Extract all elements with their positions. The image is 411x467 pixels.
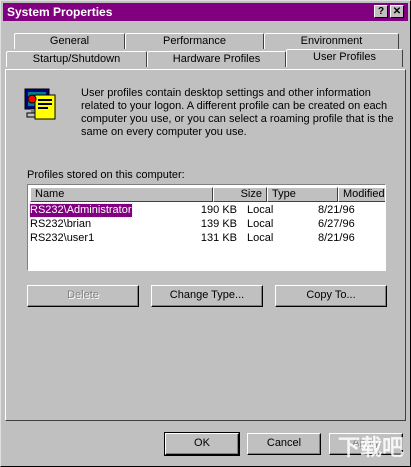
profile-type: Local bbox=[247, 232, 274, 244]
ok-button[interactable]: OK bbox=[164, 432, 240, 456]
profile-name: RS232\brian bbox=[30, 218, 92, 230]
profiles-description: User profiles contain desktop settings a… bbox=[81, 87, 394, 138]
table-row[interactable]: RS232\brian 139 KB Local 6/27/96 bbox=[29, 218, 384, 232]
profile-size: 190 KB bbox=[200, 204, 237, 216]
window-title: System Properties bbox=[7, 5, 113, 19]
table-row[interactable]: RS232\Administrator 190 KB Local 8/21/96 bbox=[29, 203, 384, 218]
close-icon: ✕ bbox=[392, 6, 402, 17]
profile-name: RS232\Administrator bbox=[29, 203, 133, 218]
tab-user-profiles[interactable]: User Profiles bbox=[286, 49, 403, 67]
profile-name: RS232\user1 bbox=[30, 232, 95, 244]
title-bar[interactable]: System Properties ? ✕ bbox=[3, 3, 408, 21]
tab-environment[interactable]: Environment bbox=[264, 33, 399, 49]
cancel-button[interactable]: Cancel bbox=[247, 433, 321, 455]
column-header-type[interactable]: Type bbox=[267, 187, 338, 202]
profile-modified: 8/21/96 bbox=[318, 232, 355, 244]
change-type-button[interactable]: Change Type... bbox=[151, 285, 263, 307]
system-properties-window: System Properties ? ✕ General Performanc… bbox=[0, 0, 411, 467]
help-button[interactable]: ? bbox=[374, 5, 388, 18]
watermark-logo: 下载吧 bbox=[337, 436, 404, 461]
profile-type: Local bbox=[247, 204, 274, 216]
column-header-name[interactable]: Name bbox=[30, 187, 213, 202]
delete-button[interactable]: Delete bbox=[27, 285, 139, 307]
copy-to-button[interactable]: Copy To... bbox=[275, 285, 387, 307]
profiles-list[interactable]: Name Size Type Modified RS232\Administra… bbox=[27, 184, 386, 271]
column-header-modified[interactable]: Modified bbox=[338, 187, 385, 202]
profiles-list-label: Profiles stored on this computer: bbox=[27, 169, 185, 181]
profile-modified: 8/21/96 bbox=[318, 204, 355, 216]
tab-hardware-profiles[interactable]: Hardware Profiles bbox=[147, 51, 286, 67]
profile-type: Local bbox=[247, 218, 274, 230]
close-button[interactable]: ✕ bbox=[390, 5, 404, 18]
tab-performance[interactable]: Performance bbox=[125, 33, 264, 49]
tab-general[interactable]: General bbox=[14, 33, 125, 49]
profile-size: 131 KB bbox=[200, 232, 237, 244]
tab-startup-shutdown[interactable]: Startup/Shutdown bbox=[6, 51, 147, 67]
profile-size: 139 KB bbox=[200, 218, 237, 230]
table-row[interactable]: RS232\user1 131 KB Local 8/21/96 bbox=[29, 232, 384, 246]
column-header-size[interactable]: Size bbox=[213, 187, 267, 202]
profile-modified: 6/27/96 bbox=[318, 218, 355, 230]
user-profiles-icon bbox=[24, 88, 56, 120]
